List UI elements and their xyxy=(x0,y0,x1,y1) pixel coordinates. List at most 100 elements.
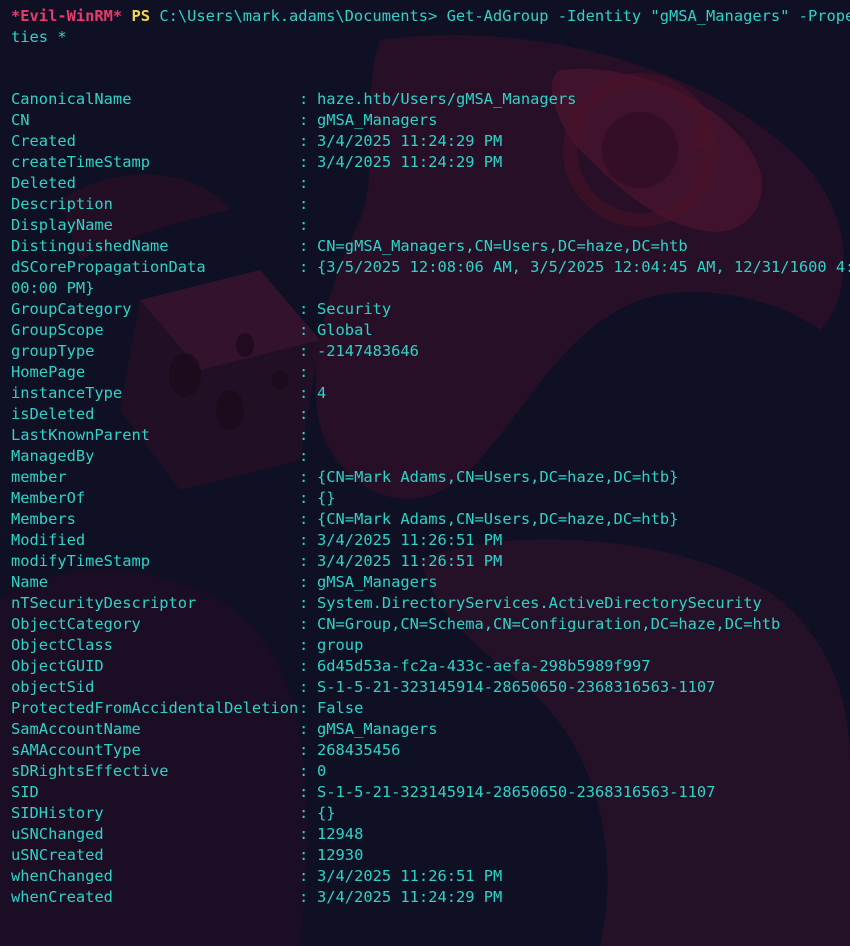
property-value: 3/4/2025 11:26:51 PM xyxy=(317,552,503,570)
property-key: SIDHistory xyxy=(11,804,104,822)
property-separator: : xyxy=(299,699,309,717)
property-value: 12948 xyxy=(317,825,364,843)
property-key: HomePage xyxy=(11,363,86,381)
property-value: {3/5/2025 12:08:06 AM, 3/5/2025 12:04:45… xyxy=(317,258,850,276)
property-value: S-1-5-21-323145914-28650650-2368316563-1… xyxy=(317,783,716,801)
property-row: SIDHistory: {} xyxy=(11,803,336,824)
property-key: dSCorePropagationData xyxy=(11,258,206,276)
property-row: CN: gMSA_Managers xyxy=(11,110,437,131)
property-separator: : xyxy=(299,132,309,150)
property-separator: : xyxy=(299,321,309,339)
property-key: DistinguishedName xyxy=(11,237,169,255)
property-value: 3/4/2025 11:24:29 PM xyxy=(317,888,503,906)
property-key: groupType xyxy=(11,342,95,360)
property-key: sDRightsEffective xyxy=(11,762,169,780)
property-row: ManagedBy: xyxy=(11,446,317,467)
property-separator: : xyxy=(299,531,309,549)
property-separator: : xyxy=(299,426,309,444)
property-separator: : xyxy=(299,636,309,654)
property-key: SID xyxy=(11,783,39,801)
property-separator: : xyxy=(299,741,309,759)
property-row: isDeleted: xyxy=(11,404,317,425)
property-separator: : xyxy=(299,258,309,276)
property-row: uSNChanged:12948 xyxy=(11,824,363,845)
property-row: SamAccountName: gMSA_Managers xyxy=(11,719,437,740)
property-separator: : xyxy=(299,783,309,801)
property-key: CanonicalName xyxy=(11,90,132,108)
property-separator: : xyxy=(299,90,309,108)
prompt-shell-name: *Evil-WinRM* xyxy=(11,7,123,25)
property-row: groupType: -2147483646 xyxy=(11,341,419,362)
property-value: -2147483646 xyxy=(317,342,419,360)
property-row: CanonicalName: haze.htb/Users/gMSA_Manage… xyxy=(11,89,576,110)
property-separator: : xyxy=(299,867,309,885)
property-row: DisplayName: xyxy=(11,215,317,236)
property-key: Deleted xyxy=(11,174,76,192)
property-key: LastKnownParent xyxy=(11,426,150,444)
property-row: Name: gMSA_Managers xyxy=(11,572,437,593)
property-key: SamAccountName xyxy=(11,720,141,738)
property-row: member: {CN=Mark Adams,CN=Users,DC=haze,D… xyxy=(11,467,678,488)
property-row: sDRightsEffective:0 xyxy=(11,761,326,782)
property-row: GroupScope: Global xyxy=(11,320,373,341)
property-separator: : xyxy=(299,195,309,213)
property-separator: : xyxy=(299,678,309,696)
property-key: Description xyxy=(11,195,113,213)
property-row: modifyTimeStamp:3/4/2025 11:26:51 PM xyxy=(11,551,502,572)
property-key: nTSecurityDescriptor xyxy=(11,594,197,612)
property-value: 268435456 xyxy=(317,741,401,759)
property-row: whenCreated:3/4/2025 11:24:29 PM xyxy=(11,887,502,908)
terminal-window[interactable]: *Evil-WinRM* PS C:\Users\mark.adams\Docu… xyxy=(0,0,850,946)
property-row: ProtectedFromAccidentalDeletion: False xyxy=(11,698,363,719)
property-separator: : xyxy=(299,363,309,381)
property-key: whenChanged xyxy=(11,867,113,885)
property-separator: : xyxy=(299,825,309,843)
property-value: 3/4/2025 11:26:51 PM xyxy=(317,867,503,885)
property-value: {} xyxy=(317,489,336,507)
property-value: 12930 xyxy=(317,846,364,864)
property-separator: : xyxy=(299,552,309,570)
property-row: DistinguishedName: CN=gMSA_Managers,CN=Us… xyxy=(11,236,688,257)
property-key: ObjectClass xyxy=(11,636,113,654)
property-value: gMSA_Managers xyxy=(317,111,438,129)
property-row: whenChanged:3/4/2025 11:26:51 PM xyxy=(11,866,502,887)
property-key: isDeleted xyxy=(11,405,95,423)
property-row: instanceType:4 xyxy=(11,383,326,404)
property-key: Name xyxy=(11,573,49,591)
property-separator: : xyxy=(299,615,309,633)
property-value: S-1-5-21-323145914-28650650-2368316563-1… xyxy=(317,678,716,696)
property-row: dSCorePropagationData: {3/5/2025 12:08:06… xyxy=(11,257,850,278)
property-key: GroupScope xyxy=(11,321,104,339)
property-row: createTimeStamp:3/4/2025 11:24:29 PM xyxy=(11,152,502,173)
property-value: System.DirectoryServices.ActiveDirectory… xyxy=(317,594,762,612)
property-value: 6d45d53a-fc2a-433c-aefa-298b5989f997 xyxy=(317,657,651,675)
property-key: instanceType xyxy=(11,384,123,402)
command-text: Get-AdGroup -Identity "gMSA_Managers" -P… xyxy=(446,7,850,25)
property-value: gMSA_Managers xyxy=(317,573,438,591)
property-value: group xyxy=(317,636,364,654)
property-key: sAMAccountType xyxy=(11,741,141,759)
property-row: MemberOf: {} xyxy=(11,488,336,509)
property-row: nTSecurityDescriptor: System.DirectorySer… xyxy=(11,593,762,614)
property-value: Global xyxy=(317,321,373,339)
property-key: ManagedBy xyxy=(11,447,95,465)
property-value: {CN=Mark Adams,CN=Users,DC=haze,DC=htb} xyxy=(317,468,679,486)
property-row: LastKnownParent: xyxy=(11,425,317,446)
property-separator: : xyxy=(299,573,309,591)
property-separator: : xyxy=(299,342,309,360)
property-key: Created xyxy=(11,132,76,150)
property-separator: : xyxy=(299,174,309,192)
property-row: Members: {CN=Mark Adams,CN=Users,DC=haze,… xyxy=(11,509,678,530)
property-separator: : xyxy=(299,888,309,906)
property-key: Members xyxy=(11,510,76,528)
property-row: Created:3/4/2025 11:24:29 PM xyxy=(11,131,502,152)
property-separator: : xyxy=(299,111,309,129)
property-separator: : xyxy=(299,846,309,864)
property-separator: : xyxy=(299,237,309,255)
property-row: GroupCategory: Security xyxy=(11,299,391,320)
prompt-line: *Evil-WinRM* PS C:\Users\mark.adams\Docu… xyxy=(11,6,850,27)
property-separator: : xyxy=(299,405,309,423)
property-key: ProtectedFromAccidentalDeletion xyxy=(11,699,299,717)
property-value: {} xyxy=(317,804,336,822)
property-value: haze.htb/Users/gMSA_Managers xyxy=(317,90,577,108)
